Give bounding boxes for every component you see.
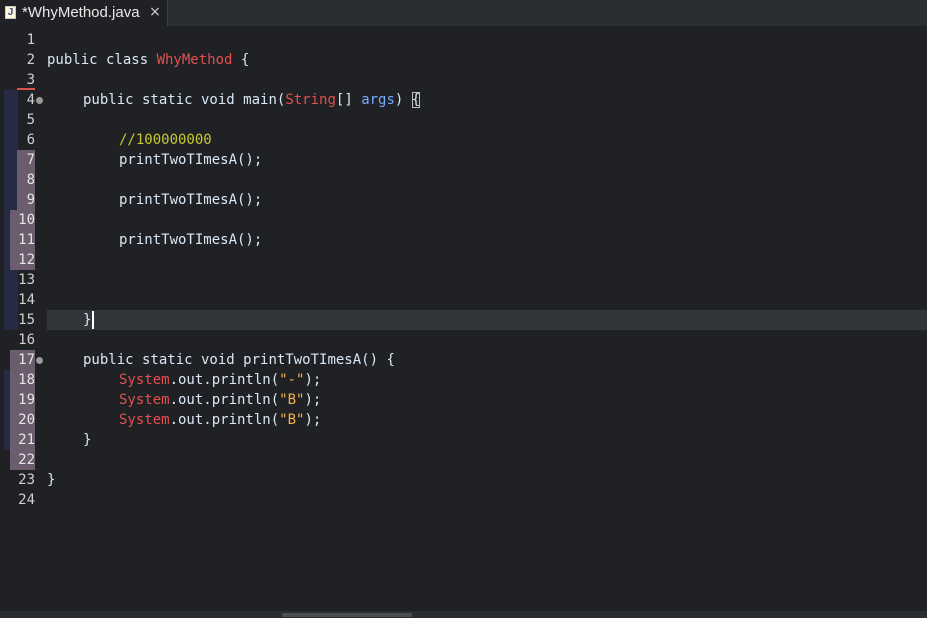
code-line-21: }	[83, 432, 92, 448]
keyword: public static void	[83, 352, 244, 368]
string-literal: "B"	[279, 412, 305, 428]
punctuation: );	[304, 392, 322, 408]
code-line-6: //100000000	[119, 130, 212, 150]
line-number: 16	[18, 332, 35, 348]
code-line-20: System.out.println("B");	[119, 410, 321, 430]
punctuation: .out.println(	[169, 372, 280, 388]
line-number-modified: 22	[10, 450, 35, 470]
punctuation: .out.println(	[169, 392, 280, 408]
parameter-name: args	[361, 92, 395, 108]
punctuation: []	[335, 92, 362, 108]
code-line-15: }	[83, 312, 92, 328]
keyword: public class	[47, 52, 157, 68]
line-number-modified: 20	[10, 410, 35, 430]
code-line-17: public static void printTwoTImesA() {	[83, 350, 395, 370]
punctuation: );	[304, 372, 322, 388]
line-number-modified: 18	[10, 370, 35, 390]
code-line-7: printTwoTImesA();	[119, 152, 263, 168]
string-literal: "-"	[279, 372, 305, 388]
punctuation: )	[394, 92, 412, 108]
keyword: public static void	[83, 92, 244, 108]
scrollbar-thumb[interactable]	[282, 613, 412, 617]
line-number: 6	[26, 132, 35, 148]
punctuation: {	[232, 52, 250, 68]
line-number-modified: 17	[10, 350, 35, 370]
tab-whymethod-java[interactable]: J *WhyMethod.java ×	[0, 0, 168, 26]
code-editor[interactable]: 1 2 3 4 5 6 7 8 9 10 11 12 13 14 15 16 1…	[0, 26, 927, 611]
line-number-modified: 7	[17, 150, 35, 170]
tab-title: *WhyMethod.java	[22, 4, 140, 21]
fold-collapse-icon[interactable]	[36, 97, 43, 104]
class-name: WhyMethod	[156, 52, 233, 68]
line-number: 5	[26, 112, 35, 128]
line-number: 24	[18, 492, 35, 508]
method-name: printTwoTImesA() {	[243, 352, 395, 368]
class-name: System	[119, 392, 170, 408]
method-name: main(	[243, 92, 286, 108]
text-cursor	[92, 311, 94, 329]
line-number: 15	[18, 312, 35, 328]
line-number-modified: 19	[10, 390, 35, 410]
line-number: 1	[26, 32, 35, 48]
line-number: 2	[26, 52, 35, 68]
code-line-2: public class WhyMethod {	[47, 50, 249, 70]
editor-tab-bar: J *WhyMethod.java ×	[0, 0, 927, 26]
class-name: System	[119, 412, 170, 428]
line-number: 4	[26, 92, 35, 108]
code-line-9: printTwoTImesA();	[119, 192, 263, 208]
current-line-highlight	[47, 310, 927, 330]
line-number-modified: 12	[10, 250, 35, 270]
close-icon[interactable]: ×	[148, 3, 162, 21]
line-number-modified: 9	[17, 190, 35, 210]
comment: //100000000	[119, 132, 212, 148]
fold-collapse-icon[interactable]	[36, 357, 43, 364]
line-number-gutter[interactable]: 1 2 3 4 5 6 7 8 9 10 11 12 13 14 15 16 1…	[0, 26, 46, 611]
class-name: System	[119, 372, 170, 388]
punctuation: .out.println(	[169, 412, 280, 428]
class-name: String	[285, 92, 336, 108]
code-line-4: public static void main(String[] args) {	[83, 90, 421, 110]
line-number-modified: 10	[10, 210, 35, 230]
line-number: 23	[18, 472, 35, 488]
code-line-19: System.out.println("B");	[119, 390, 321, 410]
code-line-11: printTwoTImesA();	[119, 232, 263, 248]
line-number-modified: 21	[10, 430, 35, 450]
java-file-icon: J	[5, 6, 16, 19]
code-line-23: }	[47, 472, 56, 488]
code-line-18: System.out.println("-");	[119, 370, 321, 390]
string-literal: "B"	[279, 392, 305, 408]
horizontal-scrollbar[interactable]	[0, 611, 927, 618]
line-number: 13	[18, 272, 35, 288]
line-number: 14	[18, 292, 35, 308]
punctuation: );	[304, 412, 322, 428]
line-number-modified: 8	[17, 170, 35, 190]
line-number-modified: 11	[10, 230, 35, 250]
matching-brace: {	[411, 92, 421, 108]
line-number: 3	[26, 72, 35, 88]
